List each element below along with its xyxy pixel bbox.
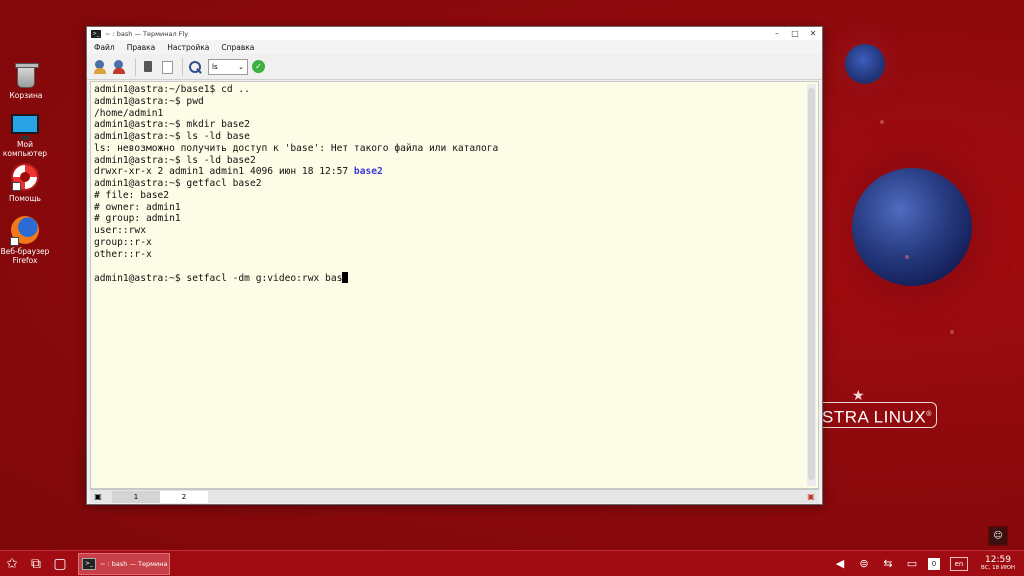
system-tray: ◀ ⊜ ⇆ ▭ 0 en 12:59 ВС, 18 ИЮН xyxy=(828,555,1024,572)
terminal-line: # owner: admin1 xyxy=(94,201,181,213)
terminal-line: group::r-x xyxy=(94,236,152,248)
sparkle-decoration xyxy=(950,330,954,334)
window-title: ~ : bash — Терминал Fly xyxy=(105,29,189,38)
new-tab-icon[interactable]: ▣ xyxy=(90,491,106,503)
planet-large-decoration xyxy=(852,168,972,286)
toolbar-separator xyxy=(135,57,136,76)
tab-1[interactable]: 1 xyxy=(112,490,160,503)
terminal-line: /home/admin1 xyxy=(94,107,164,119)
desktop-icon-label: Помощь xyxy=(9,194,41,203)
menu-edit[interactable]: Правка xyxy=(127,43,156,52)
terminal-line: # file: base2 xyxy=(94,189,170,201)
terminal-output: admin1@astra:~/base1$ cd .. admin1@astra:… xyxy=(91,82,818,285)
terminal-area[interactable]: admin1@astra:~/base1$ cd .. admin1@astra:… xyxy=(90,81,819,489)
menu-help[interactable]: Справка xyxy=(221,43,254,52)
copy-icon[interactable] xyxy=(140,59,156,75)
terminal-scrollbar[interactable] xyxy=(807,84,816,486)
terminal-line: ls: невозможно получить доступ к 'base':… xyxy=(94,142,499,154)
display-icon[interactable]: ▭ xyxy=(901,557,923,570)
window-titlebar[interactable]: >_ ~ : bash — Терминал Fly – □ ✕ xyxy=(87,27,822,40)
terminal-line: admin1@astra:~$ ls -ld base xyxy=(94,131,250,142)
desktop-icon-my-computer[interactable]: Мой компьютер xyxy=(0,110,55,158)
notification-avatar-icon[interactable]: ☺ xyxy=(988,526,1008,546)
volume-icon[interactable]: ◀ xyxy=(829,557,851,570)
terminal-current-line[interactable]: admin1@astra:~$ setfacl -dm g:video:rwx … xyxy=(94,272,818,285)
network-icon[interactable]: ⊜ xyxy=(853,557,875,570)
search-icon[interactable] xyxy=(187,59,203,75)
close-tab-icon[interactable]: ▣ xyxy=(803,492,819,501)
keyboard-indicator[interactable]: 0 xyxy=(928,557,940,570)
remove-user-icon[interactable] xyxy=(112,59,128,75)
terminal-line: admin1@astra:~$ getfacl base2 xyxy=(94,178,262,189)
taskbar-task-label: ~ : bash — Термина xyxy=(100,559,168,568)
planet-small-decoration xyxy=(845,44,885,84)
language-indicator[interactable]: en xyxy=(950,556,968,571)
chevron-down-icon: ⌄ xyxy=(238,62,244,71)
ls-output-directory: base2 xyxy=(353,166,383,178)
terminal-line: admin1@astra:~$ mkdir base2 xyxy=(94,119,250,131)
terminal-line: admin1@astra:~/base1$ cd .. xyxy=(94,84,250,95)
sparkle-decoration xyxy=(880,120,884,124)
start-menu-star-icon[interactable]: ✩ xyxy=(0,552,24,576)
desktop-icon-firefox[interactable]: Веб-браузер Firefox xyxy=(0,216,55,265)
windows-switch-icon[interactable]: ⧉ xyxy=(24,552,48,576)
monitor-icon xyxy=(11,114,39,140)
brand-logo: STRA LINUX® xyxy=(820,402,937,428)
terminal-window[interactable]: >_ ~ : bash — Терминал Fly – □ ✕ Файл Пр… xyxy=(86,26,823,505)
ok-icon[interactable]: ✓ xyxy=(252,60,265,73)
terminal-line: admin1@astra:~$ ls -ld base2 xyxy=(94,154,256,166)
trash-icon xyxy=(15,63,39,88)
desktop-icon-trash[interactable]: Корзина xyxy=(0,62,56,100)
taskbar: ✩ ⧉ ▢ >_ ~ : bash — Термина ◀ ⊜ ⇆ ▭ 0 en… xyxy=(0,550,1024,576)
terminal-cursor xyxy=(342,272,349,283)
firefox-icon xyxy=(10,216,39,246)
terminal-line: admin1@astra:~$ pwd xyxy=(94,95,204,107)
terminal-current-input: admin1@astra:~$ setfacl -dm g:video:rwx … xyxy=(94,273,343,284)
tab-bar: ▣ 1 2 ▣ xyxy=(90,489,819,503)
command-combo-value: ls xyxy=(212,62,218,71)
paste-icon[interactable] xyxy=(159,59,175,75)
terminal-icon: >_ xyxy=(82,557,96,570)
lifebuoy-icon xyxy=(11,163,39,191)
close-button[interactable]: ✕ xyxy=(804,29,822,38)
desktop-icon-label: Мой компьютер xyxy=(2,140,48,158)
terminal-line: drwxr-xr-x 2 admin1 admin1 4096 июн 18 1… xyxy=(94,166,818,178)
tab-2[interactable]: 2 xyxy=(160,490,208,503)
terminal-line: # group: admin1 xyxy=(94,213,181,225)
ls-output-prefix: drwxr-xr-x 2 admin1 admin1 4096 июн 18 1… xyxy=(94,166,354,178)
menu-file[interactable]: Файл xyxy=(94,43,115,52)
desktop-icon-help[interactable]: Помощь xyxy=(0,163,55,203)
shortcut-arrow-icon xyxy=(10,237,19,246)
minimize-button[interactable]: – xyxy=(768,29,786,38)
toolbar: ls ⌄ ✓ xyxy=(87,54,822,80)
menu-bar: Файл Правка Настройка Справка xyxy=(87,40,822,54)
file-manager-icon[interactable]: ▢ xyxy=(48,552,72,576)
terminal-line: user::rwx xyxy=(94,225,146,236)
command-combo[interactable]: ls ⌄ xyxy=(208,58,248,75)
terminal-icon: >_ xyxy=(91,29,101,38)
usb-icon[interactable]: ⇆ xyxy=(877,557,899,570)
toolbar-separator xyxy=(182,57,183,76)
sparkle-decoration xyxy=(905,255,909,259)
clock-date: ВС, 18 ИЮН xyxy=(980,565,1016,571)
desktop-icon-label: Веб-браузер Firefox xyxy=(0,247,50,265)
maximize-button[interactable]: □ xyxy=(786,29,804,38)
desktop-icon-label: Корзина xyxy=(9,91,43,100)
clock[interactable]: 12:59 ВС, 18 ИЮН xyxy=(978,555,1018,572)
taskbar-terminal-task[interactable]: >_ ~ : bash — Термина xyxy=(78,552,170,575)
terminal-line: other::r-x xyxy=(94,248,152,260)
add-user-icon[interactable] xyxy=(93,59,109,75)
shortcut-arrow-icon xyxy=(12,182,21,191)
clock-time: 12:59 xyxy=(985,555,1011,565)
scrollbar-thumb[interactable] xyxy=(808,88,815,480)
menu-settings[interactable]: Настройка xyxy=(167,43,209,52)
